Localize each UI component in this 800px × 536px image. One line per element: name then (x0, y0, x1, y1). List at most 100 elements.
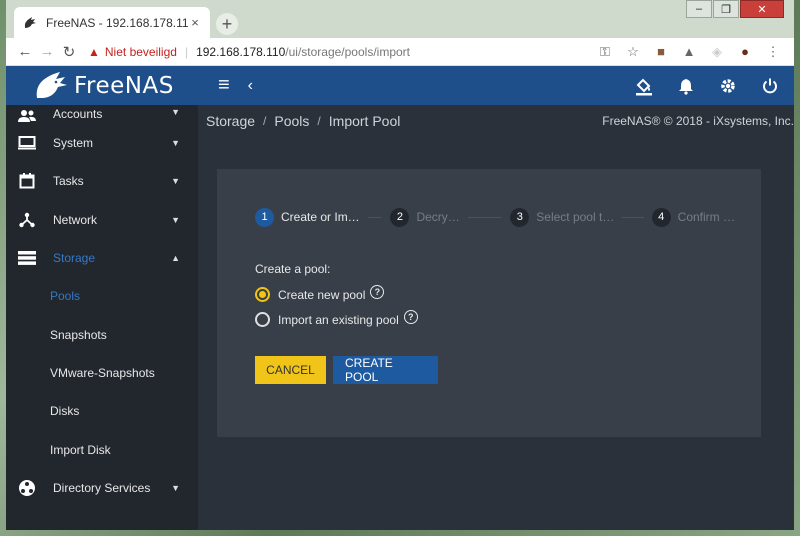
import-pool-card: 1 Create or Im… 2 Decry… 3 Select pool t… (217, 169, 761, 437)
collapse-chevron-icon[interactable]: ‹ (248, 77, 253, 95)
caret-down-icon: ▼ (171, 107, 180, 117)
breadcrumb: Storage / Pools / Import Pool FreeNAS® ©… (198, 105, 794, 137)
step-number: 1 (255, 207, 274, 227)
sidebar-subitem-disks[interactable]: Disks (6, 392, 198, 430)
top-bar: FreeNAS ≡ ‹ (6, 66, 794, 105)
calendar-icon (18, 172, 36, 190)
copyright-text: FreeNAS® © 2018 - iXsystems, Inc. (602, 114, 794, 128)
caret-down-icon: ▼ (171, 214, 180, 225)
cancel-button[interactable]: CANCEL (255, 356, 326, 384)
option-import-existing-pool[interactable]: Import an existing pool ? (255, 309, 418, 327)
extension-cast-icon[interactable]: ◈ (708, 44, 726, 60)
sidebar: Accounts ▼ System ▼ Tasks ▼ Network ▼ St… (6, 105, 198, 530)
sidebar-item-label: Accounts (53, 107, 103, 121)
wizard-step-4[interactable]: 4 Confirm … (651, 207, 735, 227)
step-label: Confirm … (677, 210, 735, 224)
sidebar-item-tasks[interactable]: Tasks ▼ (6, 162, 198, 200)
logo[interactable]: FreeNAS (6, 66, 198, 105)
step-connector (467, 216, 503, 218)
storage-icon (18, 249, 36, 267)
directory-icon (18, 479, 36, 497)
toolbar-icons: ⚿ ☆ ■ ▲ ◈ ● ⋮ (596, 44, 782, 60)
url-host: 192.168.178.110 (196, 44, 286, 59)
minimize-button[interactable]: – (686, 0, 712, 18)
breadcrumb-pools[interactable]: Pools (274, 113, 309, 129)
profile-avatar-icon[interactable]: ● (736, 44, 754, 60)
tab-close-icon[interactable]: × (188, 15, 202, 30)
window-controls: – ❐ ✕ (685, 0, 784, 18)
main-content: 1 Create or Im… 2 Decry… 3 Select pool t… (198, 137, 786, 530)
wizard-stepper: 1 Create or Im… 2 Decry… 3 Select pool t… (255, 207, 735, 227)
radio-button-checked[interactable] (255, 287, 270, 302)
sidebar-subitem-vmware-snapshots[interactable]: VMware-Snapshots (6, 354, 198, 392)
sidebar-item-label: Directory Services (53, 480, 151, 495)
extension-drive-icon[interactable]: ▲ (680, 44, 698, 60)
browser-toolbar: ← → ↻ ▲ Niet beveiligd | 192.168.178.110… (6, 38, 794, 66)
tab-title: FreeNAS - 192.168.178.110 (46, 15, 188, 30)
topbar-right (634, 66, 780, 105)
option-label: Create new pool (278, 287, 366, 302)
hamburger-menu-icon[interactable]: ≡ (218, 74, 230, 97)
wizard-step-1[interactable]: 1 Create or Im… (255, 207, 360, 227)
step-number: 3 (510, 207, 530, 227)
freenas-app: FreeNAS ≡ ‹ Accounts ▼ System ▼ Tasks ▼ … (6, 66, 794, 530)
help-icon[interactable]: ? (403, 309, 418, 324)
sidebar-item-directory-services[interactable]: Directory Services ▼ (6, 469, 198, 507)
back-icon[interactable]: ← (14, 43, 36, 60)
sidebar-item-network[interactable]: Network ▼ (6, 201, 198, 239)
sidebar-item-storage[interactable]: Storage ▲ (6, 239, 198, 277)
gear-icon[interactable] (718, 76, 738, 96)
power-icon[interactable] (760, 76, 780, 96)
maximize-button[interactable]: ❐ (713, 0, 739, 18)
freenas-favicon-icon (22, 15, 38, 31)
sidebar-subitem-snapshots[interactable]: Snapshots (6, 315, 198, 353)
sidebar-subitem-pools[interactable]: Pools (6, 277, 198, 315)
step-label: Decry… (416, 210, 460, 224)
radio-button[interactable] (255, 312, 270, 327)
topbar-left: ≡ ‹ (218, 74, 253, 97)
url-path: /ui/storage/pools/import (285, 44, 410, 59)
wizard-step-2[interactable]: 2 Decry… (390, 207, 460, 227)
address-separator: | (184, 44, 189, 59)
sidebar-item-accounts[interactable]: Accounts ▼ (6, 105, 198, 124)
network-icon (18, 211, 36, 229)
caret-up-icon: ▲ (171, 253, 180, 264)
menu-icon[interactable]: ⋮ (764, 44, 782, 60)
brand-name: FreeNAS (74, 72, 174, 99)
close-window-button[interactable]: ✕ (740, 0, 784, 18)
forward-icon[interactable]: → (36, 43, 58, 60)
step-label: Create or Im… (281, 210, 360, 224)
step-number: 2 (390, 207, 410, 227)
theme-paint-icon[interactable] (634, 76, 654, 96)
sidebar-subitem-import-disk[interactable]: Import Disk (6, 430, 198, 468)
warning-icon[interactable]: ▲ (88, 45, 100, 59)
wizard-step-3[interactable]: 3 Select pool t… (510, 207, 615, 227)
sidebar-item-system[interactable]: System ▼ (6, 124, 198, 162)
breadcrumb-import-pool: Import Pool (328, 113, 401, 129)
step-label: Select pool t… (536, 210, 615, 224)
help-icon[interactable]: ? (370, 284, 385, 299)
breadcrumb-storage[interactable]: Storage (206, 113, 255, 129)
reload-icon[interactable]: ↻ (58, 43, 80, 61)
caret-down-icon: ▼ (171, 482, 180, 493)
caret-down-icon: ▼ (171, 176, 180, 187)
sidebar-item-label: System (53, 136, 94, 151)
star-icon[interactable]: ☆ (624, 44, 642, 60)
freenas-shark-icon (36, 71, 67, 98)
key-icon[interactable]: ⚿ (596, 44, 614, 60)
step-connector (367, 216, 383, 218)
extension-briefcase-icon[interactable]: ■ (652, 44, 670, 60)
browser-tab[interactable]: FreeNAS - 192.168.178.110 × (14, 7, 210, 38)
new-tab-button[interactable]: + (216, 13, 238, 35)
monitor-icon (18, 134, 36, 152)
bell-icon[interactable] (676, 76, 696, 96)
insecure-label[interactable]: Niet beveiligd (105, 45, 177, 59)
create-pool-button[interactable]: CREATE POOL (333, 356, 438, 384)
tab-strip: FreeNAS - 192.168.178.110 × + – ❐ ✕ (6, 0, 794, 38)
address-bar[interactable]: ▲ Niet beveiligd | 192.168.178.110/ui/st… (88, 45, 596, 59)
step-number: 4 (651, 207, 671, 227)
caret-down-icon: ▼ (171, 138, 180, 149)
breadcrumb-separator: / (263, 114, 267, 128)
sidebar-item-label: Tasks (53, 174, 84, 189)
option-create-new-pool[interactable]: Create new pool ? (255, 284, 385, 302)
